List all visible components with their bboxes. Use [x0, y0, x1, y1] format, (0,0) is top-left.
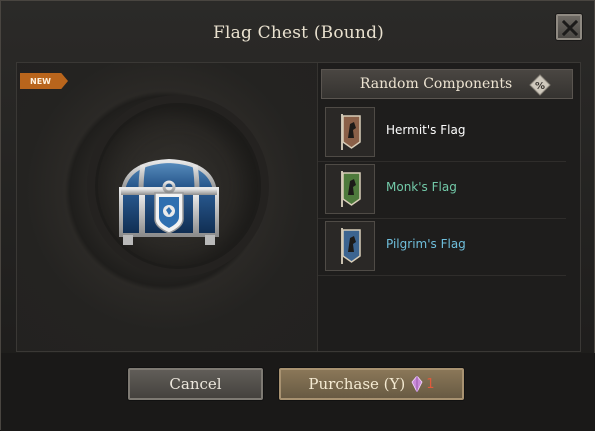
- close-button[interactable]: [556, 14, 582, 40]
- treasure-chest-icon: [119, 158, 219, 245]
- monk-flag-icon: [341, 171, 361, 207]
- component-row[interactable]: Hermit's Flag: [318, 104, 566, 162]
- purchase-cost: 1: [426, 376, 435, 392]
- new-badge: NEW: [20, 73, 68, 89]
- svg-text:%: %: [535, 81, 545, 92]
- component-name: Pilgrim's Flag: [386, 237, 466, 251]
- component-name: Hermit's Flag: [386, 123, 466, 137]
- flag-slot: [325, 221, 375, 271]
- crystal-gem-icon: [411, 376, 423, 392]
- purchase-label: Purchase (Y): [308, 375, 406, 393]
- random-components-area: Random Components % Hermit's Flag Monk's…: [317, 63, 580, 351]
- item-preview-area: NEW: [17, 63, 317, 351]
- hermit-flag-icon: [341, 114, 361, 150]
- close-icon: [561, 19, 579, 37]
- flag-slot: [325, 164, 375, 214]
- percent-diamond-icon[interactable]: %: [529, 74, 551, 96]
- flag-slot: [325, 107, 375, 157]
- component-row[interactable]: Pilgrim's Flag: [318, 218, 566, 276]
- cancel-button[interactable]: Cancel: [128, 368, 263, 400]
- window-title: Flag Chest (Bound): [212, 23, 384, 43]
- content-panel: NEW Random Components % Hermit's Flag Mo…: [16, 62, 581, 352]
- random-components-header: Random Components %: [321, 69, 573, 99]
- pilgrim-flag-icon: [341, 228, 361, 264]
- component-name: Monk's Flag: [386, 180, 457, 194]
- purchase-button[interactable]: Purchase (Y) 1: [279, 368, 464, 400]
- flag-chest-window: Flag Chest (Bound) NEW Random Components…: [0, 0, 595, 431]
- random-components-title: Random Components: [359, 76, 513, 92]
- component-row[interactable]: Monk's Flag: [318, 161, 566, 219]
